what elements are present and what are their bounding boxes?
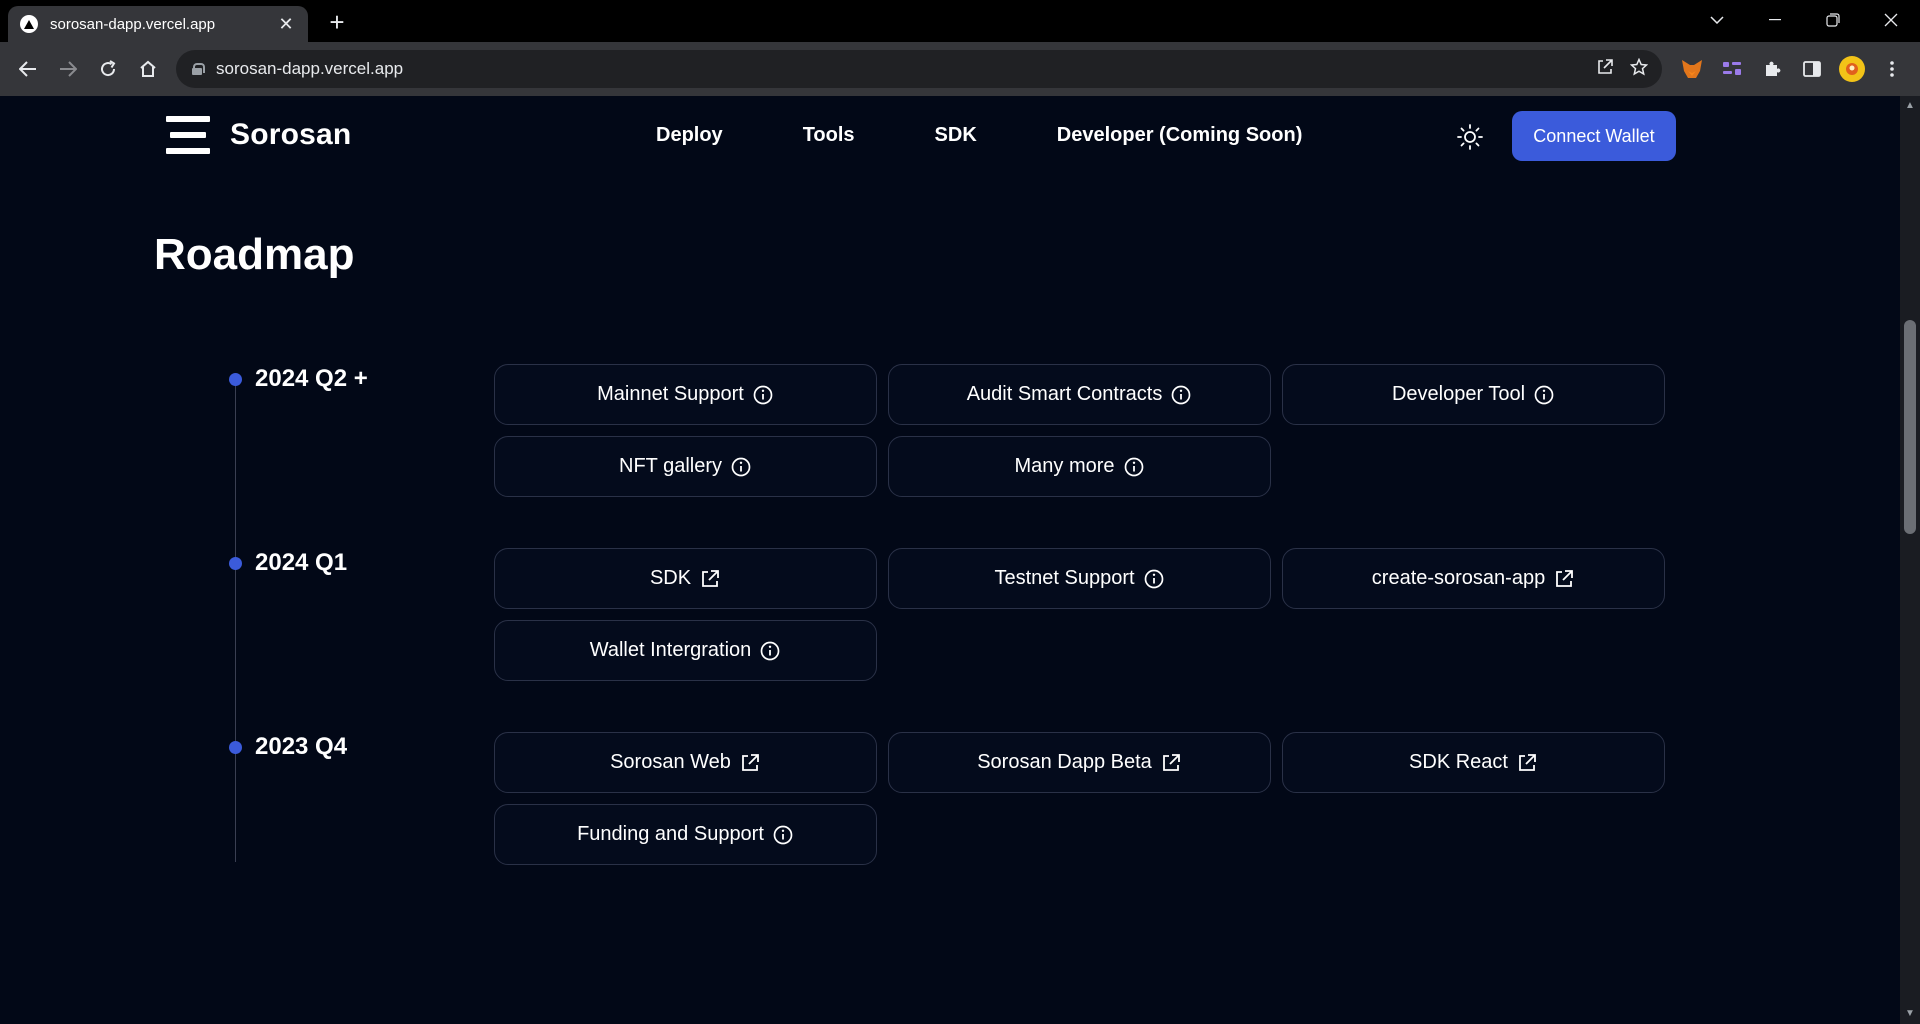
profile-avatar-icon[interactable] xyxy=(1836,53,1868,85)
external-link-icon xyxy=(699,568,721,590)
roadmap-card[interactable]: create-sorosan-app xyxy=(1282,548,1665,609)
lock-icon[interactable] xyxy=(192,63,205,75)
restore-icon[interactable] xyxy=(1804,0,1862,40)
browser-toolbar: sorosan-dapp.vercel.app xyxy=(0,42,1920,96)
roadmap-card-label: Audit Smart Contracts xyxy=(966,383,1163,405)
nav-link-deploy[interactable]: Deploy xyxy=(656,120,723,150)
new-tab-icon[interactable]: + xyxy=(322,8,352,38)
bookmark-star-icon[interactable] xyxy=(1629,57,1649,81)
external-link-icon xyxy=(1160,752,1182,774)
roadmap-card-label: Many more xyxy=(1014,455,1115,477)
browser-tab-bar: sorosan-dapp.vercel.app ✕ + xyxy=(0,0,1920,42)
timeline-line xyxy=(235,374,236,862)
scroll-thumb[interactable] xyxy=(1904,320,1916,534)
page-content: Sorosan Deploy Tools SDK Developer (Comi… xyxy=(0,96,1900,1024)
tab-search-icon[interactable] xyxy=(1688,0,1746,40)
quarter-label: 2024 Q1 xyxy=(255,549,348,576)
roadmap-card-label: Wallet Intergration xyxy=(589,639,752,661)
home-icon[interactable] xyxy=(128,49,168,89)
scroll-down-icon[interactable]: ▼ xyxy=(1904,1008,1916,1020)
tab-close-icon[interactable]: ✕ xyxy=(276,14,296,35)
scroll-up-icon[interactable]: ▲ xyxy=(1904,100,1916,112)
sorosan-logo-icon xyxy=(166,116,210,154)
roadmap-card-label: Sorosan Web xyxy=(610,751,731,773)
roadmap-card-label: Funding and Support xyxy=(577,823,764,845)
vercel-favicon-icon xyxy=(20,15,38,33)
browser-menu-icon[interactable] xyxy=(1876,53,1908,85)
roadmap-card[interactable]: Funding and Support xyxy=(494,804,877,865)
browser-tab[interactable]: sorosan-dapp.vercel.app ✕ xyxy=(8,6,308,42)
reload-icon[interactable] xyxy=(88,49,128,89)
forward-icon[interactable] xyxy=(48,49,88,89)
nav-link-tools[interactable]: Tools xyxy=(803,120,855,150)
roadmap-card-label: Testnet Support xyxy=(994,567,1135,589)
roadmap-card[interactable]: Sorosan Web xyxy=(494,732,877,793)
info-icon xyxy=(730,456,752,478)
roadmap-card[interactable]: Many more xyxy=(888,436,1271,497)
side-panel-icon[interactable] xyxy=(1796,53,1828,85)
roadmap-card-grid: Mainnet Support Audit Smart Contracts Deve… xyxy=(494,364,1666,497)
main-nav: Deploy Tools SDK Developer (Coming Soon) xyxy=(656,120,1302,150)
page-scrollbar[interactable]: ▲ ▼ xyxy=(1900,96,1920,1024)
site-header: Sorosan Deploy Tools SDK Developer (Comi… xyxy=(0,96,1900,176)
roadmap-card[interactable]: SDK xyxy=(494,548,877,609)
roadmap-card-label: SDK React xyxy=(1409,751,1508,773)
info-icon xyxy=(772,824,794,846)
roadmap-card-label: Mainnet Support xyxy=(597,383,744,405)
roadmap-title: Roadmap xyxy=(154,230,355,279)
roadmap-card-grid: Sorosan Web Sorosan Dapp Beta SDK React Fun… xyxy=(494,732,1666,865)
extension-purple-icon[interactable] xyxy=(1716,53,1748,85)
info-icon xyxy=(1533,384,1555,406)
site-logo[interactable]: Sorosan xyxy=(166,116,351,154)
external-link-icon xyxy=(739,752,761,774)
metamask-fox-icon[interactable] xyxy=(1676,53,1708,85)
info-icon xyxy=(1170,384,1192,406)
sun-theme-toggle-icon[interactable] xyxy=(1456,123,1484,151)
roadmap-card[interactable]: SDK React xyxy=(1282,732,1665,793)
share-icon[interactable] xyxy=(1596,58,1614,81)
roadmap-card[interactable]: Developer Tool xyxy=(1282,364,1665,425)
roadmap-card-grid: SDK Testnet Support create-sorosan-app Wall… xyxy=(494,548,1666,681)
close-window-icon[interactable] xyxy=(1862,0,1920,40)
info-icon xyxy=(759,640,781,662)
roadmap-card-label: NFT gallery xyxy=(619,455,722,477)
external-link-icon xyxy=(1516,752,1538,774)
quarter-label: 2023 Q4 xyxy=(255,733,348,760)
timeline-dot xyxy=(229,557,242,570)
roadmap-card[interactable]: Audit Smart Contracts xyxy=(888,364,1271,425)
puzzle-extensions-icon[interactable] xyxy=(1756,53,1788,85)
info-icon xyxy=(1123,456,1145,478)
minimize-icon[interactable] xyxy=(1746,0,1804,40)
address-bar[interactable]: sorosan-dapp.vercel.app xyxy=(176,50,1662,88)
logo-text: Sorosan xyxy=(230,118,352,151)
roadmap-card-label: Developer Tool xyxy=(1391,383,1526,405)
nav-link-developer[interactable]: Developer (Coming Soon) xyxy=(1057,120,1303,150)
quarter-label: 2024 Q2 + xyxy=(255,365,368,392)
roadmap-card[interactable]: Sorosan Dapp Beta xyxy=(888,732,1271,793)
roadmap-card-label: Sorosan Dapp Beta xyxy=(977,751,1152,773)
url-text[interactable]: sorosan-dapp.vercel.app xyxy=(216,59,1582,79)
tab-title: sorosan-dapp.vercel.app xyxy=(50,15,216,33)
external-link-icon xyxy=(1553,568,1575,590)
roadmap-card[interactable]: Wallet Intergration xyxy=(494,620,877,681)
timeline-dot xyxy=(229,373,242,386)
roadmap-card[interactable]: Testnet Support xyxy=(888,548,1271,609)
roadmap-card[interactable]: Mainnet Support xyxy=(494,364,877,425)
info-icon xyxy=(1143,568,1165,590)
roadmap-card-label: SDK xyxy=(649,567,692,589)
nav-link-sdk[interactable]: SDK xyxy=(935,120,977,150)
window-controls xyxy=(1688,0,1920,40)
roadmap-card[interactable]: NFT gallery xyxy=(494,436,877,497)
info-icon xyxy=(752,384,774,406)
roadmap-card-label: create-sorosan-app xyxy=(1371,567,1546,589)
extensions-area xyxy=(1676,50,1908,88)
back-icon[interactable] xyxy=(8,49,48,89)
timeline-dot xyxy=(229,741,242,754)
connect-wallet-button[interactable]: Connect Wallet xyxy=(1512,111,1676,161)
